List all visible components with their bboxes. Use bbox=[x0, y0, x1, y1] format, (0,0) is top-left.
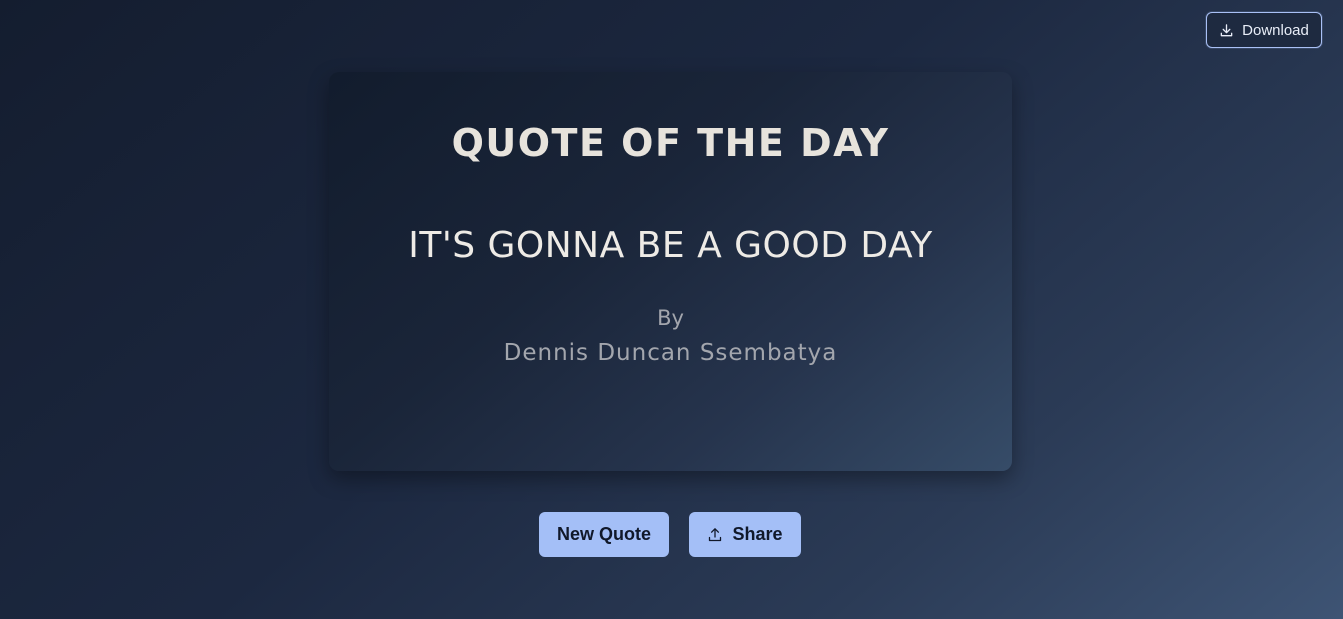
quote-text: IT'S GONNA BE A GOOD DAY bbox=[408, 225, 933, 266]
download-icon bbox=[1219, 23, 1234, 38]
upload-icon bbox=[707, 527, 723, 543]
download-button[interactable]: Download bbox=[1206, 12, 1322, 48]
card-title: QUOTE OF THE DAY bbox=[451, 121, 890, 165]
download-label: Download bbox=[1242, 21, 1309, 39]
by-label: By bbox=[657, 306, 684, 330]
new-quote-button[interactable]: New Quote bbox=[539, 512, 669, 557]
share-label: Share bbox=[732, 524, 783, 544]
share-button[interactable]: Share bbox=[689, 512, 801, 557]
quote-author: Dennis Duncan Ssembatya bbox=[503, 340, 838, 366]
new-quote-label: New Quote bbox=[556, 524, 651, 544]
